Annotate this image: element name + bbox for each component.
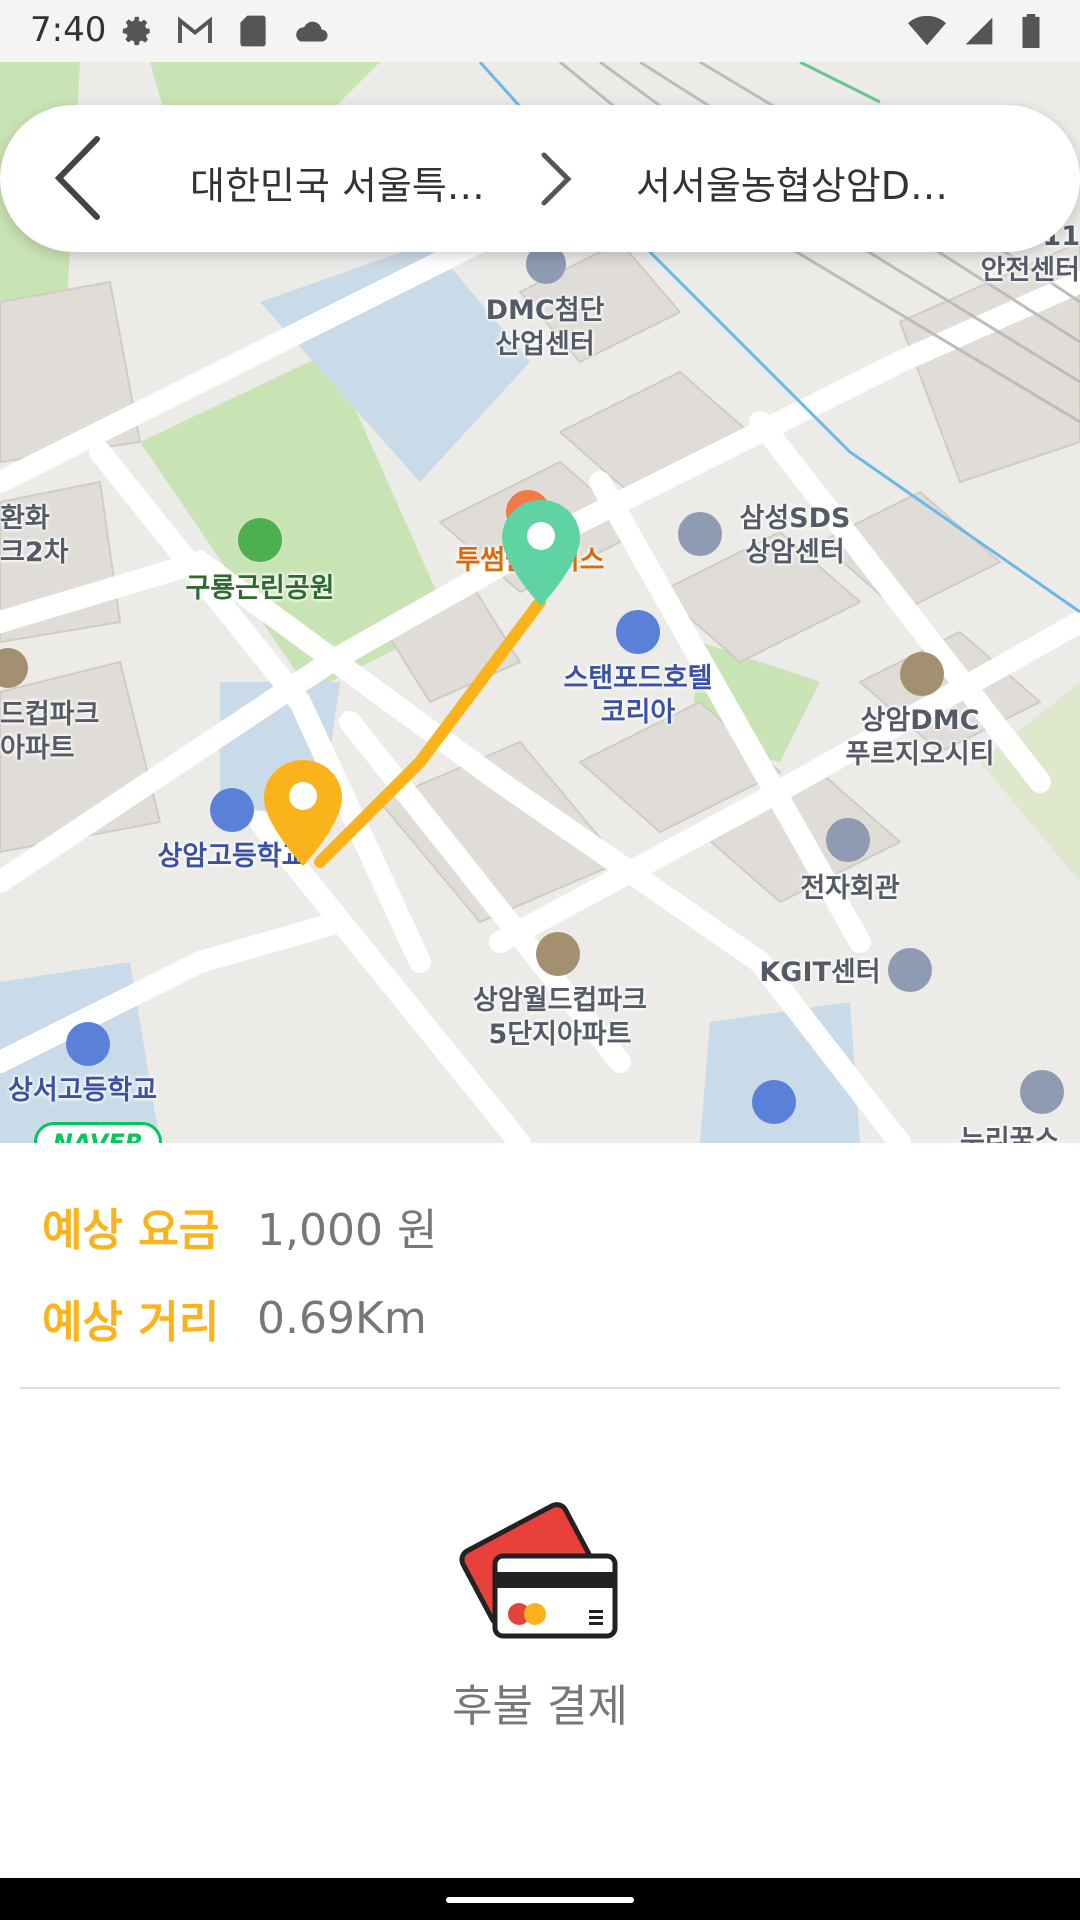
credit-card-icon: [459, 1502, 618, 1639]
map-label-bottom-right[interactable]: 누리꿈스퀘: [960, 1124, 1080, 1143]
sd-card-icon: [234, 12, 272, 50]
route-origin[interactable]: 대한민국 서울특…: [190, 155, 490, 210]
map-label-left-mid[interactable]: 드컵파크 아파트: [0, 698, 110, 766]
status-bar: 7:40: [0, 0, 1080, 62]
map-label-guryong[interactable]: 구룡근린공원: [160, 572, 360, 606]
fare-label: 예상 요금: [42, 1205, 220, 1256]
distance-row: 예상 거리 0.69Km: [42, 1288, 427, 1349]
destination-pin-icon[interactable]: [500, 498, 582, 608]
divider: [20, 1387, 1060, 1389]
route-bar: 대한민국 서울특… 서서울농협상암D…: [0, 105, 1080, 252]
map-label-prugio[interactable]: 상암DMC 푸르지오시티: [830, 704, 1010, 772]
status-time: 7:40: [30, 10, 107, 50]
gear-icon: [118, 12, 156, 50]
map-label-samsung[interactable]: 삼성SDS 상암센터: [720, 502, 870, 570]
origin-pin-icon[interactable]: [262, 758, 344, 868]
gmail-icon: [176, 12, 214, 50]
map-label-dmc[interactable]: DMC첨단 산업센터: [470, 294, 620, 362]
signal-icon: [960, 12, 998, 50]
map-label-jeonja[interactable]: 전자회관: [780, 872, 920, 906]
home-handle[interactable]: [446, 1897, 634, 1903]
battery-icon: [1012, 12, 1050, 50]
map-label-bottom-left[interactable]: 상서고등학교: [8, 1074, 178, 1108]
payment-label: 후불 결제: [452, 1681, 628, 1732]
naver-logo: NAVER: [34, 1122, 162, 1143]
distance-label: 예상 거리: [42, 1297, 220, 1348]
back-button[interactable]: [32, 133, 122, 223]
chevron-left-icon: [54, 136, 100, 220]
status-icons-left: [118, 12, 330, 50]
map-label-worldcup5[interactable]: 상암월드컵파크 5단지아파트: [450, 984, 670, 1052]
route-destination[interactable]: 서서울농협상암D…: [636, 155, 966, 210]
postpaid-payment-button[interactable]: 후불 결제: [390, 1500, 690, 1780]
distance-value: 0.69Km: [257, 1292, 427, 1344]
chevron-right-icon: [541, 152, 572, 206]
fare-value: 1,000 원: [257, 1205, 438, 1256]
cloud-icon: [292, 12, 330, 50]
map-label-stanford[interactable]: 스탠포드호텔 코리아: [548, 662, 728, 730]
status-icons-right: [908, 12, 1050, 50]
map-label-kgit[interactable]: KGIT센터: [750, 956, 890, 990]
wifi-icon: [908, 12, 946, 50]
fare-row: 예상 요금 1,000 원: [42, 1196, 437, 1256]
map-label-left-top[interactable]: 환화 크2차: [0, 502, 80, 570]
